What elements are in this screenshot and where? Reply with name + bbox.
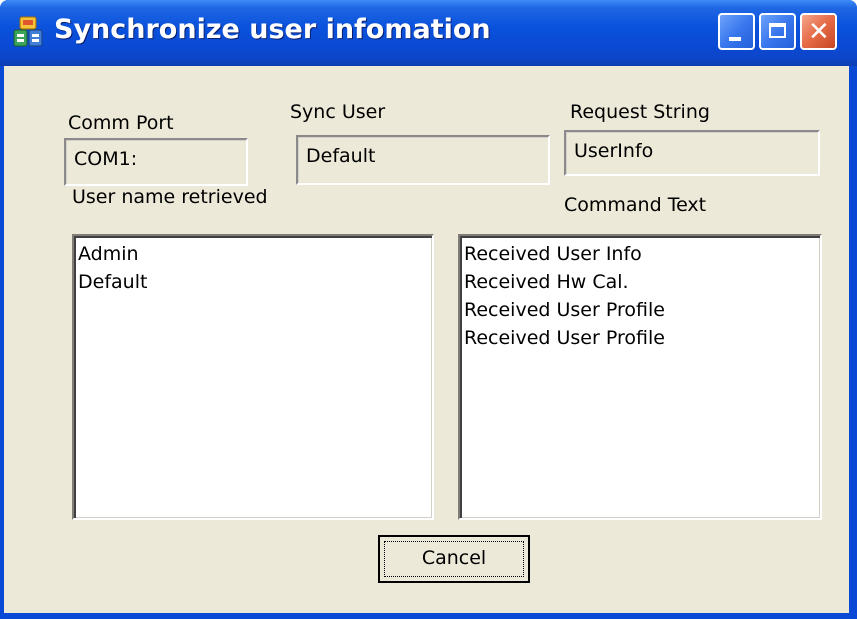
sync-user-label: Sync User xyxy=(290,101,386,123)
list-item[interactable]: Received User Profile xyxy=(464,324,820,352)
close-button[interactable]: ✕ xyxy=(800,13,837,50)
user-name-retrieved-label: User name retrieved xyxy=(72,186,268,208)
minimize-button[interactable] xyxy=(718,13,755,50)
list-item[interactable]: Received User Profile xyxy=(464,296,820,324)
command-text-label: Command Text xyxy=(564,194,707,216)
request-string-label: Request String xyxy=(570,101,710,123)
list-item[interactable]: Default xyxy=(78,268,432,296)
list-item[interactable]: Received Hw Cal. xyxy=(464,268,820,296)
maximize-button[interactable] xyxy=(759,13,796,50)
command-text-list[interactable]: Received User Info Received Hw Cal. Rece… xyxy=(458,234,822,520)
dialog-window: Synchronize user infomation ✕ Comm Port … xyxy=(0,0,857,619)
user-name-list[interactable]: Admin Default xyxy=(72,234,434,520)
cancel-button-label: Cancel xyxy=(421,547,487,569)
users-sync-icon xyxy=(13,16,43,47)
cancel-button[interactable]: Cancel xyxy=(378,535,530,583)
title-bar[interactable]: Synchronize user infomation ✕ xyxy=(0,0,857,66)
list-item[interactable]: Admin xyxy=(78,240,432,268)
maximize-icon xyxy=(769,23,786,38)
window-title: Synchronize user infomation xyxy=(54,14,491,45)
sync-user-field[interactable]: Default xyxy=(296,135,550,185)
list-item[interactable]: Received User Info xyxy=(464,240,820,268)
request-string-field[interactable]: UserInfo xyxy=(564,130,820,176)
dialog-client-area: Comm Port COM1: Sync User Default Reques… xyxy=(4,66,849,613)
comm-port-label: Comm Port xyxy=(68,112,174,134)
close-icon: ✕ xyxy=(808,17,830,47)
minimize-icon xyxy=(729,37,741,41)
comm-port-field[interactable]: COM1: xyxy=(64,138,248,186)
